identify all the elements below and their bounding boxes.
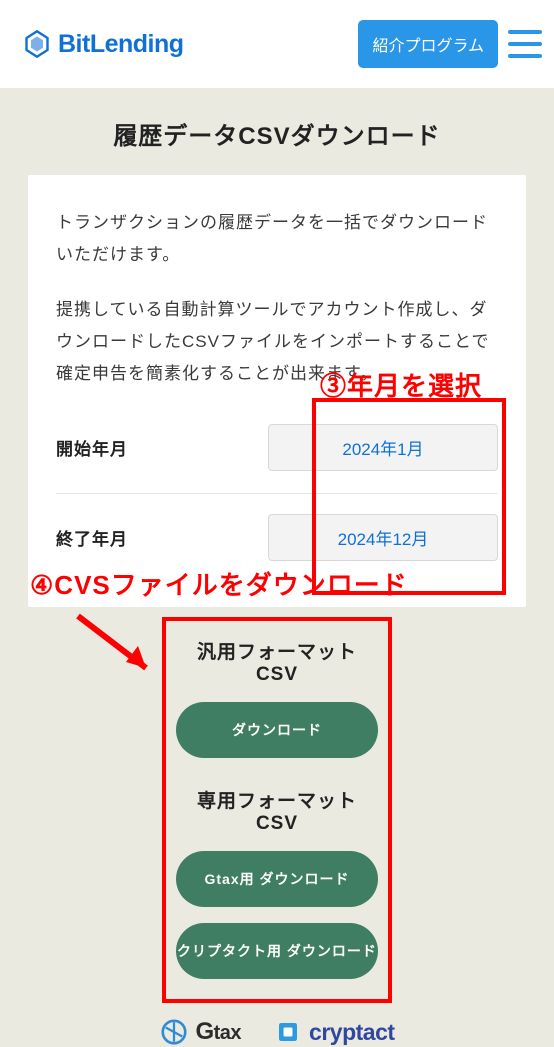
annotation-arrow-icon [68, 606, 168, 686]
gtax-logo[interactable]: Gtax [159, 1017, 241, 1047]
end-date-label: 終了年月 [56, 525, 268, 550]
end-date-picker[interactable]: 2024年12月 [268, 514, 498, 561]
cryptact-logo-icon [273, 1017, 303, 1047]
brand-text: BitLending [58, 30, 184, 59]
header-actions: 紹介プログラム [358, 20, 542, 68]
date-range-section: ③年月を選択 開始年月 2024年1月 終了年月 2024年12月 [56, 404, 498, 583]
download-buttons-area: 汎用フォーマットCSV ダウンロード 専用フォーマットCSV Gtax用 ダウン… [164, 619, 390, 1001]
page-title: 履歴データCSVダウンロード [0, 88, 554, 175]
csv-download-card: トランザクションの履歴データを一括でダウンロードいただけます。 提携している自動… [28, 175, 526, 607]
brand-logo[interactable]: BitLending [22, 29, 184, 59]
cryptact-download-button[interactable]: クリプタクト用 ダウンロード [176, 923, 378, 979]
start-date-picker[interactable]: 2024年1月 [268, 424, 498, 471]
start-date-row: 開始年月 2024年1月 [56, 404, 498, 494]
generic-csv-title: 汎用フォーマットCSV [176, 637, 378, 686]
app-header: BitLending 紹介プログラム [0, 0, 554, 88]
end-date-row: 終了年月 2024年12月 [56, 494, 498, 583]
bitlending-logo-icon [22, 29, 52, 59]
cryptact-logo[interactable]: cryptact [273, 1017, 394, 1047]
tool-csv-title: 専用フォーマットCSV [176, 786, 378, 835]
gtax-text: Gtax [195, 1018, 241, 1046]
description-text-2: 提携している自動計算ツールでアカウント作成し、ダウンロードしたCSVファイルをイ… [56, 294, 498, 391]
gtax-download-button[interactable]: Gtax用 ダウンロード [176, 851, 378, 907]
start-date-label: 開始年月 [56, 435, 268, 460]
hamburger-menu-icon[interactable] [508, 30, 542, 58]
description-text-1: トランザクションの履歴データを一括でダウンロードいただけます。 [56, 207, 498, 272]
gtax-logo-icon [159, 1017, 189, 1047]
partner-logos: Gtax cryptact [0, 1017, 554, 1047]
promo-program-button[interactable]: 紹介プログラム [358, 20, 498, 68]
generic-download-button[interactable]: ダウンロード [176, 702, 378, 758]
cryptact-text: cryptact [309, 1019, 394, 1046]
